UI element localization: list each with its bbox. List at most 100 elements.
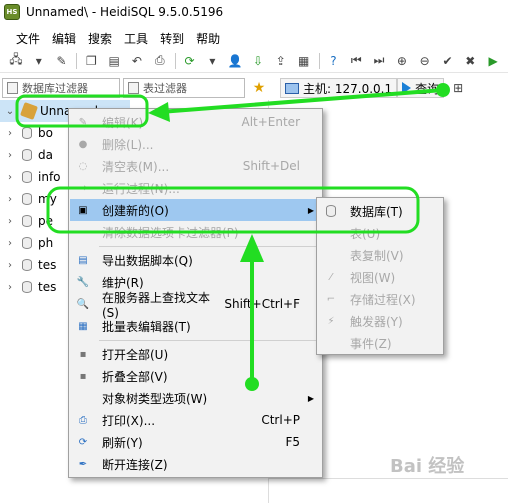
chevron-right-icon[interactable]: › xyxy=(4,238,16,249)
new-query-tab-icon[interactable]: ⊞ xyxy=(450,80,466,96)
menu-item-empty-table[interactable]: ◌ 清空表(M)... Shift+Del xyxy=(70,155,322,177)
database-filter-placeholder: 数据库过滤器 xyxy=(22,82,88,95)
database-filter-input[interactable]: 数据库过滤器 xyxy=(2,78,120,98)
create-icon: ▣ xyxy=(78,204,88,216)
filter-clear-icon xyxy=(76,225,90,239)
submenu-item-database[interactable]: 数据库(T) xyxy=(318,200,443,222)
menu-tools[interactable]: 工具 xyxy=(124,30,148,47)
copy-icon[interactable]: ❐ xyxy=(83,53,99,69)
database-icon xyxy=(22,149,32,161)
view-icon: ⁄ xyxy=(330,271,332,283)
tree-item[interactable]: › tes xyxy=(0,254,56,276)
chevron-right-icon[interactable]: › xyxy=(4,282,16,293)
tab-host[interactable]: 主机: 127.0.0.1 xyxy=(280,78,398,98)
star-icon[interactable]: ★ xyxy=(251,80,267,96)
tree-item[interactable]: › my xyxy=(0,188,57,210)
export-icon[interactable]: ⇪ xyxy=(273,53,289,69)
table-tools-icon[interactable]: ▦ xyxy=(296,53,312,69)
dropdown-arrow-icon[interactable]: ▾ xyxy=(204,53,220,69)
import-icon[interactable]: ⇩ xyxy=(250,53,266,69)
tree-item-label: info xyxy=(38,170,61,184)
first-record-icon[interactable]: ⏮ xyxy=(348,53,364,69)
tree-item-label: da xyxy=(38,148,53,162)
filter-icon xyxy=(128,82,139,94)
table-filter-input[interactable]: 表过滤器 xyxy=(123,78,245,98)
help-icon[interactable]: ? xyxy=(326,53,342,69)
export-icon: ▤ xyxy=(78,254,88,266)
session-manager-icon[interactable]: 🖧 xyxy=(8,52,24,69)
tab-query[interactable]: 查询 xyxy=(397,78,445,98)
run-icon: ⇨ xyxy=(78,182,88,194)
watermark: Bai 经验 xyxy=(390,456,465,477)
tree-item[interactable]: › da xyxy=(0,144,53,166)
tree-item-label: pe xyxy=(38,214,53,228)
submenu-item-trigger[interactable]: ⚡ 触发器(Y) xyxy=(318,310,443,332)
toolbar: 🖧 ▾ ✎ ❐ ▤ ↶ ⎙ ⟳ ▾ 👤 ⇩ ⇪ ▦ ? ⏮ ⏭ ⊕ ⊖ ✔ ✖ … xyxy=(0,49,508,73)
menu-file[interactable]: 文件 xyxy=(16,30,40,47)
menu-item-find-text[interactable]: 🔍 在服务器上查找文本(S) Shift+Ctrl+F xyxy=(70,291,322,320)
submenu-item-procedure[interactable]: ⌐ 存储过程(X) xyxy=(318,288,443,310)
tree-item[interactable]: › ph xyxy=(0,232,53,254)
menu-item-edit[interactable]: ✎ 编辑(K) Alt+Enter xyxy=(70,111,322,133)
menu-item-expand-all[interactable]: ▪ 打开全部(U) xyxy=(70,343,322,365)
tree-item[interactable]: › pe xyxy=(0,210,53,232)
menu-item-delete[interactable]: ● 删除(L)... xyxy=(70,133,322,155)
last-record-icon[interactable]: ⏭ xyxy=(371,53,387,69)
submenu-item-table[interactable]: 表(U) xyxy=(318,222,443,244)
chevron-right-icon[interactable]: › xyxy=(4,260,16,271)
trigger-icon: ⚡ xyxy=(327,315,335,327)
session-icon xyxy=(20,102,38,120)
chevron-down-icon[interactable]: ⌄ xyxy=(4,106,16,117)
menu-item-export-sql[interactable]: ▤ 导出数据脚本(Q) xyxy=(70,249,322,271)
menu-item-bulk-edit[interactable]: ▦ 批量表编辑器(T) xyxy=(70,315,322,337)
submenu-item-table-copy[interactable]: 表复制(V) xyxy=(318,244,443,266)
database-icon xyxy=(22,193,32,205)
search-icon: 🔍 xyxy=(76,298,90,310)
menu-goto[interactable]: 转到 xyxy=(160,30,184,47)
disconnect-icon[interactable]: ✎ xyxy=(54,53,70,69)
chevron-right-icon[interactable]: › xyxy=(4,150,16,161)
undo-icon[interactable]: ↶ xyxy=(129,53,145,69)
submenu-item-view[interactable]: ⁄ 视图(W) xyxy=(318,266,443,288)
menu-item-print[interactable]: ⎙ 打印(X)... Ctrl+P xyxy=(70,409,322,431)
chevron-right-icon[interactable]: › xyxy=(4,172,16,183)
menu-item-run-routine[interactable]: ⇨ 运行过程(N)... xyxy=(70,177,322,199)
clear-icon: ◌ xyxy=(78,160,88,172)
chevron-right-icon[interactable]: › xyxy=(4,128,16,139)
post-record-icon[interactable]: ✔ xyxy=(440,53,456,69)
toolbar-separator xyxy=(318,52,320,69)
print-icon[interactable]: ⎙ xyxy=(152,53,168,69)
delete-record-icon[interactable]: ⊖ xyxy=(417,53,433,69)
procedure-icon: ⌐ xyxy=(326,293,336,305)
pencil-icon: ✎ xyxy=(78,116,88,128)
tree-item[interactable]: › tes xyxy=(0,276,56,298)
context-menu: ✎ 编辑(K) Alt+Enter ● 删除(L)... ◌ 清空表(M)...… xyxy=(68,108,323,478)
menu-item-clear-filters[interactable]: 清除数据选项卡过滤器(P) xyxy=(70,221,322,243)
user-manager-icon[interactable]: 👤 xyxy=(227,53,243,69)
menu-item-disconnect[interactable]: ✒ 断开连接(Z) xyxy=(70,453,322,475)
chevron-right-icon[interactable]: › xyxy=(4,194,16,205)
menu-item-collapse-all[interactable]: ▪ 折叠全部(V) xyxy=(70,365,322,387)
menu-item-refresh[interactable]: ⟳ 刷新(Y) F5 xyxy=(70,431,322,453)
bulk-edit-icon: ▦ xyxy=(78,320,88,332)
menu-search[interactable]: 搜索 xyxy=(88,30,112,47)
disconnect-icon: ✒ xyxy=(78,458,88,470)
menu-help[interactable]: 帮助 xyxy=(196,30,220,47)
submenu-item-event[interactable]: 事件(Z) xyxy=(318,332,443,354)
cancel-record-icon[interactable]: ✖ xyxy=(462,53,478,69)
insert-record-icon[interactable]: ⊕ xyxy=(394,53,410,69)
execute-icon[interactable]: ▶ xyxy=(485,53,501,69)
monitor-icon xyxy=(285,82,299,94)
print-icon: ⎙ xyxy=(79,414,87,426)
menu-item-create-new[interactable]: ▣ 创建新的(O) ▶ xyxy=(70,199,322,221)
paste-icon[interactable]: ▤ xyxy=(106,53,122,69)
tree-item[interactable]: › info xyxy=(0,166,61,188)
refresh-icon[interactable]: ⟳ xyxy=(182,53,198,69)
menu-item-tree-options[interactable]: 对象树类型选项(W) ▶ xyxy=(70,387,322,409)
delete-icon: ● xyxy=(78,138,88,150)
chevron-right-icon[interactable]: › xyxy=(4,216,16,227)
tree-item-label: ph xyxy=(38,236,54,250)
tree-item[interactable]: › bo xyxy=(0,122,53,144)
dropdown-arrow-icon[interactable]: ▾ xyxy=(31,53,47,69)
menu-edit[interactable]: 编辑 xyxy=(52,30,76,47)
